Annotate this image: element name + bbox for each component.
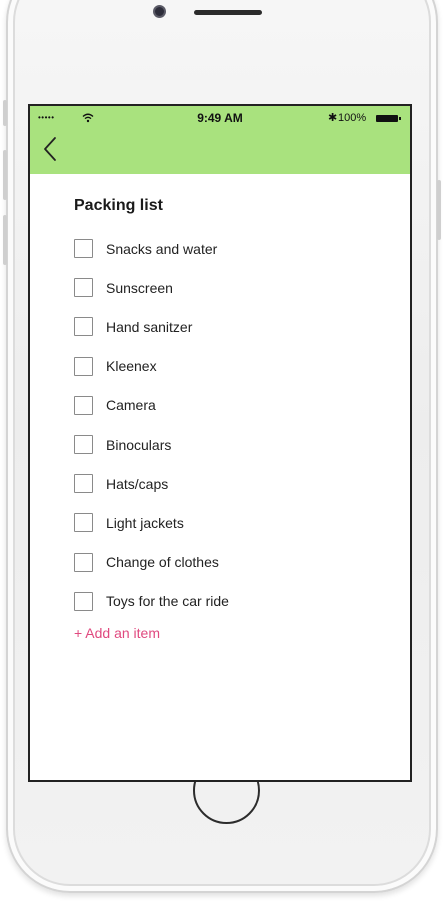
item-label: Hand sanitzer: [106, 318, 193, 335]
item-checkbox[interactable]: [74, 435, 93, 455]
list-item[interactable]: Camera: [74, 386, 394, 425]
list-item[interactable]: Binoculars: [74, 425, 394, 464]
item-label: Camera: [106, 397, 156, 414]
battery-percentage: 100%: [338, 112, 367, 124]
silent-switch: [3, 100, 7, 126]
item-label: Binoculars: [106, 436, 172, 453]
list-item[interactable]: Hand sanitzer: [74, 307, 394, 346]
list-item[interactable]: Snacks and water: [74, 229, 394, 268]
item-label: Hats/caps: [106, 475, 169, 492]
item-checkbox[interactable]: [74, 395, 93, 415]
item-label: Snacks and water: [106, 240, 218, 257]
item-checkbox[interactable]: [74, 552, 93, 572]
item-label: Kleenex: [106, 358, 157, 375]
front-camera: [153, 5, 166, 18]
volume-up-button: [3, 150, 7, 200]
item-label: Change of clothes: [106, 554, 219, 571]
packing-list-section: Packing list Snacks and water Sunscreen Ha…: [74, 194, 394, 641]
nav-bar: ••••• 9:49 AM ✱ 100%: [30, 106, 410, 174]
list-item[interactable]: Kleenex: [74, 347, 394, 386]
item-checkbox[interactable]: [74, 278, 93, 298]
phone-screen: ••••• 9:49 AM ✱ 100% Packing list Snacks…: [28, 104, 412, 782]
battery-icon: [376, 115, 401, 122]
item-checkbox[interactable]: [74, 356, 93, 376]
item-checkbox[interactable]: [74, 239, 93, 259]
item-label: Light jackets: [106, 514, 184, 531]
list-item[interactable]: Toys for the car ride: [74, 582, 394, 621]
checklist: Snacks and water Sunscreen Hand sanitzer Kl…: [74, 229, 394, 621]
page-title: Packing list: [74, 197, 163, 214]
add-item-button[interactable]: + Add an item: [74, 625, 394, 641]
list-item[interactable]: Change of clothes: [74, 543, 394, 582]
bluetooth-icon: ✱: [328, 112, 338, 124]
status-bar: ••••• 9:49 AM ✱ 100%: [30, 112, 410, 126]
chevron-left-icon[interactable]: [40, 135, 60, 163]
item-checkbox[interactable]: [74, 513, 93, 533]
list-item[interactable]: Sunscreen: [74, 268, 394, 307]
list-item[interactable]: Light jackets: [74, 503, 394, 542]
earpiece-speaker: [194, 10, 262, 15]
power-button: [437, 180, 441, 240]
item-checkbox[interactable]: [74, 474, 93, 494]
item-checkbox[interactable]: [74, 317, 93, 337]
list-item[interactable]: Hats/caps: [74, 464, 394, 503]
volume-down-button: [3, 215, 7, 265]
item-label: Toys for the car ride: [106, 593, 229, 610]
item-label: Sunscreen: [106, 279, 173, 296]
item-checkbox[interactable]: [74, 591, 93, 611]
